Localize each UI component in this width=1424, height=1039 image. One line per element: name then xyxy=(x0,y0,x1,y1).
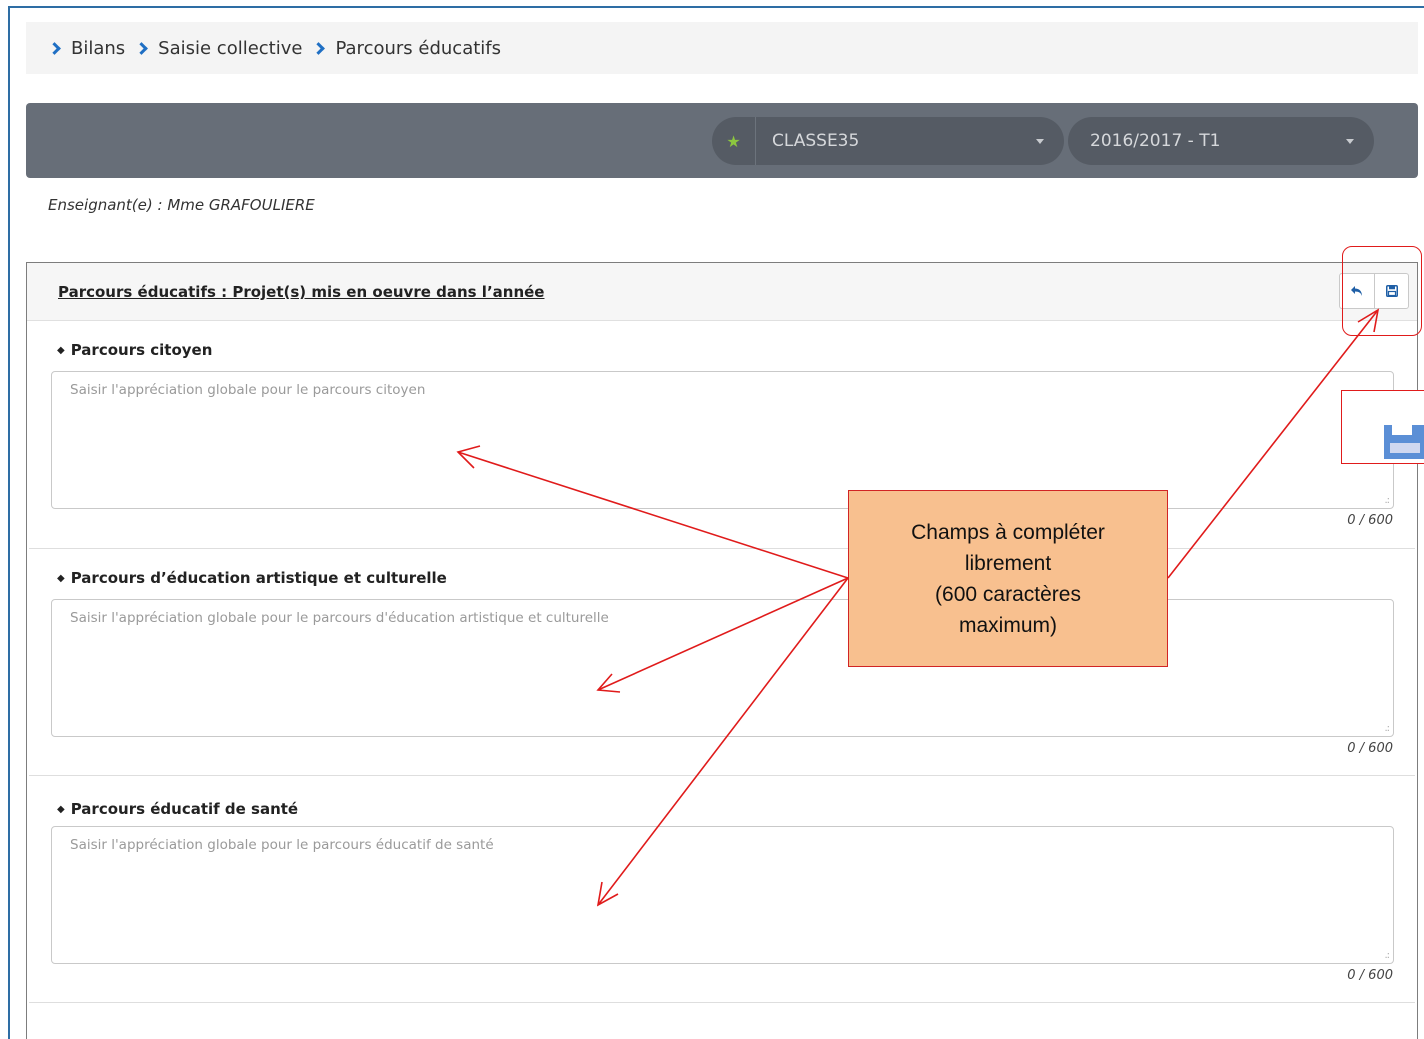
parcours-panel: Parcours éducatifs : Projet(s) mis en oe… xyxy=(26,262,1418,1039)
breadcrumb-label: Saisie collective xyxy=(158,37,303,59)
filter-selects: ★ CLASSE35 2016/2017 - T1 xyxy=(712,117,1374,165)
parcours-citoyen-textarea[interactable]: Saisir l'appréciation globale pour le pa… xyxy=(51,371,1394,509)
section-label: ◆ Parcours éducatif de santé xyxy=(57,800,298,818)
section-parcours-artistique: ◆ Parcours d’éducation artistique et cult… xyxy=(29,548,1415,775)
parcours-artistique-textarea[interactable]: Saisir l'appréciation globale pour le pa… xyxy=(51,599,1394,737)
breadcrumb-item-saisie-collective[interactable]: Saisie collective xyxy=(135,37,303,59)
periode-select[interactable]: 2016/2017 - T1 xyxy=(1068,117,1374,165)
breadcrumb: Bilans Saisie collective Parcours éducat… xyxy=(26,22,1418,74)
section-label-text: Parcours citoyen xyxy=(70,341,213,359)
chevron-right-icon xyxy=(48,41,61,55)
star-icon: ★ xyxy=(712,117,756,165)
char-counter: 0 / 600 xyxy=(1347,968,1393,983)
section-parcours-sante: ◆ Parcours éducatif de santé Saisir l'app… xyxy=(29,775,1415,1003)
resize-handle-icon[interactable]: .: xyxy=(1384,495,1389,506)
panel-title: Parcours éducatifs : Projet(s) mis en oe… xyxy=(58,283,545,301)
chevron-right-icon xyxy=(312,41,326,55)
caret-down-icon xyxy=(1346,139,1354,144)
section-label-text: Parcours d’éducation artistique et cultu… xyxy=(70,569,447,587)
textarea-placeholder: Saisir l'appréciation globale pour le pa… xyxy=(70,382,426,398)
section-label: ◆ Parcours citoyen xyxy=(57,341,212,359)
breadcrumb-item-parcours-educatifs[interactable]: Parcours éducatifs xyxy=(312,37,501,59)
diamond-bullet-icon: ◆ xyxy=(57,804,65,815)
resize-handle-icon[interactable]: .: xyxy=(1384,950,1389,961)
char-counter: 0 / 600 xyxy=(1347,513,1393,528)
classe-select[interactable]: ★ CLASSE35 xyxy=(712,117,1064,165)
diamond-bullet-icon: ◆ xyxy=(57,345,65,356)
save-button-highlight xyxy=(1342,246,1422,336)
section-label: ◆ Parcours d’éducation artistique et cult… xyxy=(57,569,447,587)
caret-down-icon xyxy=(1036,139,1044,144)
resize-handle-icon[interactable]: .: xyxy=(1384,723,1389,734)
chevron-right-icon xyxy=(135,41,149,55)
teacher-label: Enseignant(e) : Mme GRAFOULIERE xyxy=(48,196,315,214)
floppy-disk-icon xyxy=(1384,425,1424,459)
periode-select-value: 2016/2017 - T1 xyxy=(1090,131,1221,151)
diamond-bullet-icon: ◆ xyxy=(57,573,65,584)
breadcrumb-label: Parcours éducatifs xyxy=(335,37,501,59)
section-parcours-citoyen: ◆ Parcours citoyen Saisir l'appréciation … xyxy=(29,321,1415,548)
panel-header: Parcours éducatifs : Projet(s) mis en oe… xyxy=(27,263,1417,321)
char-counter: 0 / 600 xyxy=(1347,741,1393,756)
save-icon-zoom xyxy=(1341,390,1424,464)
classe-select-value: CLASSE35 xyxy=(772,131,860,151)
textarea-placeholder: Saisir l'appréciation globale pour le pa… xyxy=(70,837,494,853)
filter-bar: ★ CLASSE35 2016/2017 - T1 xyxy=(26,103,1418,178)
textarea-placeholder: Saisir l'appréciation globale pour le pa… xyxy=(70,610,609,626)
parcours-sante-textarea[interactable]: Saisir l'appréciation globale pour le pa… xyxy=(51,826,1394,964)
section-label-text: Parcours éducatif de santé xyxy=(70,800,299,818)
breadcrumb-item-bilans[interactable]: Bilans xyxy=(48,37,126,59)
annotation-callout: Champs à compléter librement (600 caract… xyxy=(848,490,1168,667)
breadcrumb-label: Bilans xyxy=(71,37,126,59)
